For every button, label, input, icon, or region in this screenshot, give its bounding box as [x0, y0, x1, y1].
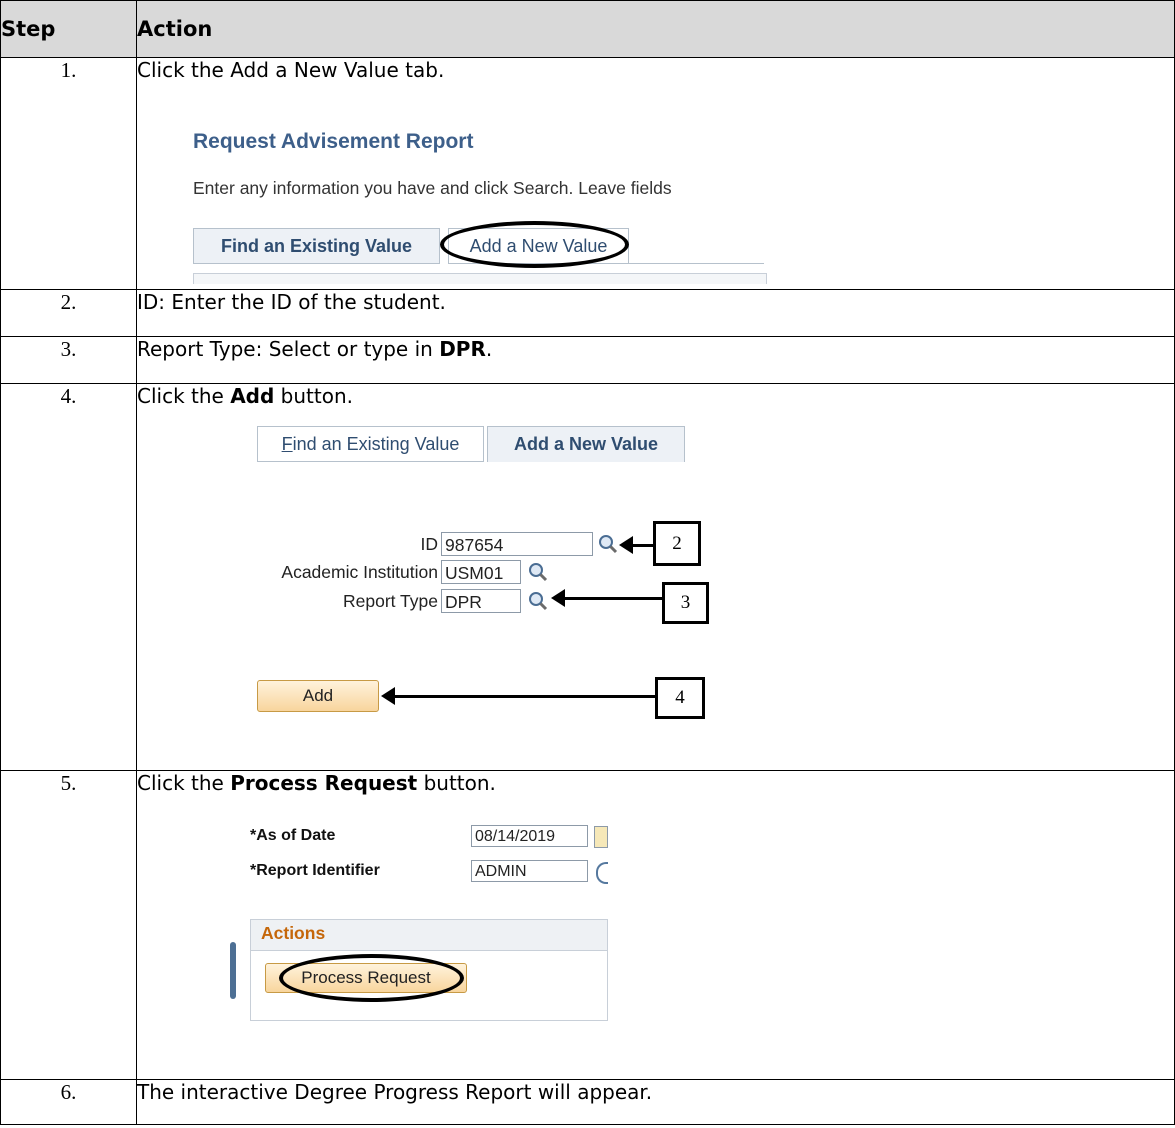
step-row-4: 4. Click the Add button. Find an Existin…: [0, 383, 1175, 771]
search-criteria-box: [193, 273, 767, 284]
step-action: The interactive Degree Progress Report w…: [136, 1079, 1175, 1125]
step-text-bold: Process Request: [230, 771, 418, 795]
step-text-bold: DPR: [439, 337, 486, 361]
step-text: Click the: [137, 771, 231, 795]
callout-step-3: 3: [662, 582, 709, 624]
calendar-icon[interactable]: [594, 826, 608, 848]
sidebar-collapse-bar[interactable]: [230, 942, 236, 999]
step-action: Click the Add a New Value tab. Request A…: [136, 57, 1175, 290]
actions-box: Actions Process Request: [250, 919, 608, 1021]
step-row-6: 6. The interactive Degree Progress Repor…: [0, 1079, 1175, 1125]
as-of-date-label: *As of Date: [250, 827, 336, 844]
screenshot-process-request: *As of Date 08/14/2019 *Report Identifie…: [230, 814, 610, 1084]
callout-step-4: 4: [655, 677, 705, 719]
id-label: ID: [420, 534, 439, 554]
callout-arrow-line: [631, 544, 653, 547]
step-number: 1.: [0, 57, 137, 290]
step-text: Report Type: Select or type in: [137, 337, 440, 361]
step-action: Report Type: Select or type in DPR.: [136, 336, 1175, 384]
highlight-ellipse: [279, 954, 464, 1002]
action-header: Action: [136, 0, 1175, 58]
step-number: 5.: [0, 770, 137, 1080]
step-row-5: 5. Click the Process Request button. *As…: [0, 770, 1175, 1080]
tab-find-existing-value[interactable]: Find an Existing Value: [257, 426, 484, 462]
search-icon[interactable]: [527, 561, 549, 583]
actions-title: Actions: [261, 923, 326, 943]
search-icon[interactable]: [527, 590, 549, 612]
step-number: 2.: [0, 289, 137, 337]
step-number: 6.: [0, 1079, 137, 1125]
academic-institution-field[interactable]: USM01: [441, 560, 521, 584]
step-row-2: 2. ID: Enter the ID of the student.: [0, 289, 1175, 337]
tab-label: ind an Existing Value: [292, 434, 460, 454]
step-row-3: 3. Report Type: Select or type in DPR.: [0, 336, 1175, 384]
step-number: 3.: [0, 336, 137, 384]
report-type-label: Report Type: [342, 591, 438, 611]
step-text: Click the Add a New Value tab.: [137, 58, 445, 82]
step-text-end: button.: [417, 771, 496, 795]
report-identifier-field[interactable]: ADMIN: [471, 860, 588, 882]
id-field[interactable]: 987654: [441, 532, 593, 556]
tab-divider: [629, 263, 764, 264]
highlight-ellipse: [440, 221, 629, 268]
step-text-end: .: [485, 337, 493, 361]
report-identifier-label: *Report Identifier: [250, 862, 380, 879]
step-number: 4.: [0, 383, 137, 771]
callout-arrow-line: [393, 695, 655, 698]
tab-accesskey: F: [281, 434, 293, 454]
screenshot-add-value-form: Find an Existing Value Add a New Value I…: [257, 426, 717, 726]
step-text: Click the: [137, 384, 231, 408]
step-action: ID: Enter the ID of the student.: [136, 289, 1175, 337]
step-text-end: button.: [274, 384, 354, 408]
as-of-date-field[interactable]: 08/14/2019: [471, 825, 588, 847]
callout-arrow-line: [563, 597, 662, 600]
page-title: Request Advisement Report: [193, 130, 474, 153]
step-action: Click the Add button. Find an Existing V…: [136, 383, 1175, 771]
search-icon[interactable]: [597, 533, 619, 555]
callout-step-2: 2: [653, 521, 701, 566]
tab-add-new-value[interactable]: Add a New Value: [487, 426, 685, 462]
screenshot-search-page: Request Advisement Report Enter any info…: [178, 130, 778, 290]
header-row: Step Action: [0, 0, 1175, 58]
steps-table: Step Action 1. Click the Add a New Value…: [0, 0, 1175, 1125]
academic-institution-label: Academic Institution: [281, 562, 438, 582]
actions-header: Actions: [251, 920, 607, 951]
search-icon[interactable]: [596, 862, 608, 884]
step-text-bold: Add: [230, 384, 275, 408]
report-type-field[interactable]: DPR: [441, 589, 521, 613]
step-row-1: 1. Click the Add a New Value tab. Reques…: [0, 57, 1175, 290]
instructions-text: Enter any information you have and click…: [193, 178, 672, 198]
step-action: Click the Process Request button. *As of…: [136, 770, 1175, 1080]
step-header: Step: [0, 0, 137, 58]
add-button[interactable]: Add: [257, 680, 379, 712]
tab-divider: [257, 461, 484, 462]
tab-find-existing-value[interactable]: Find an Existing Value: [193, 228, 440, 264]
